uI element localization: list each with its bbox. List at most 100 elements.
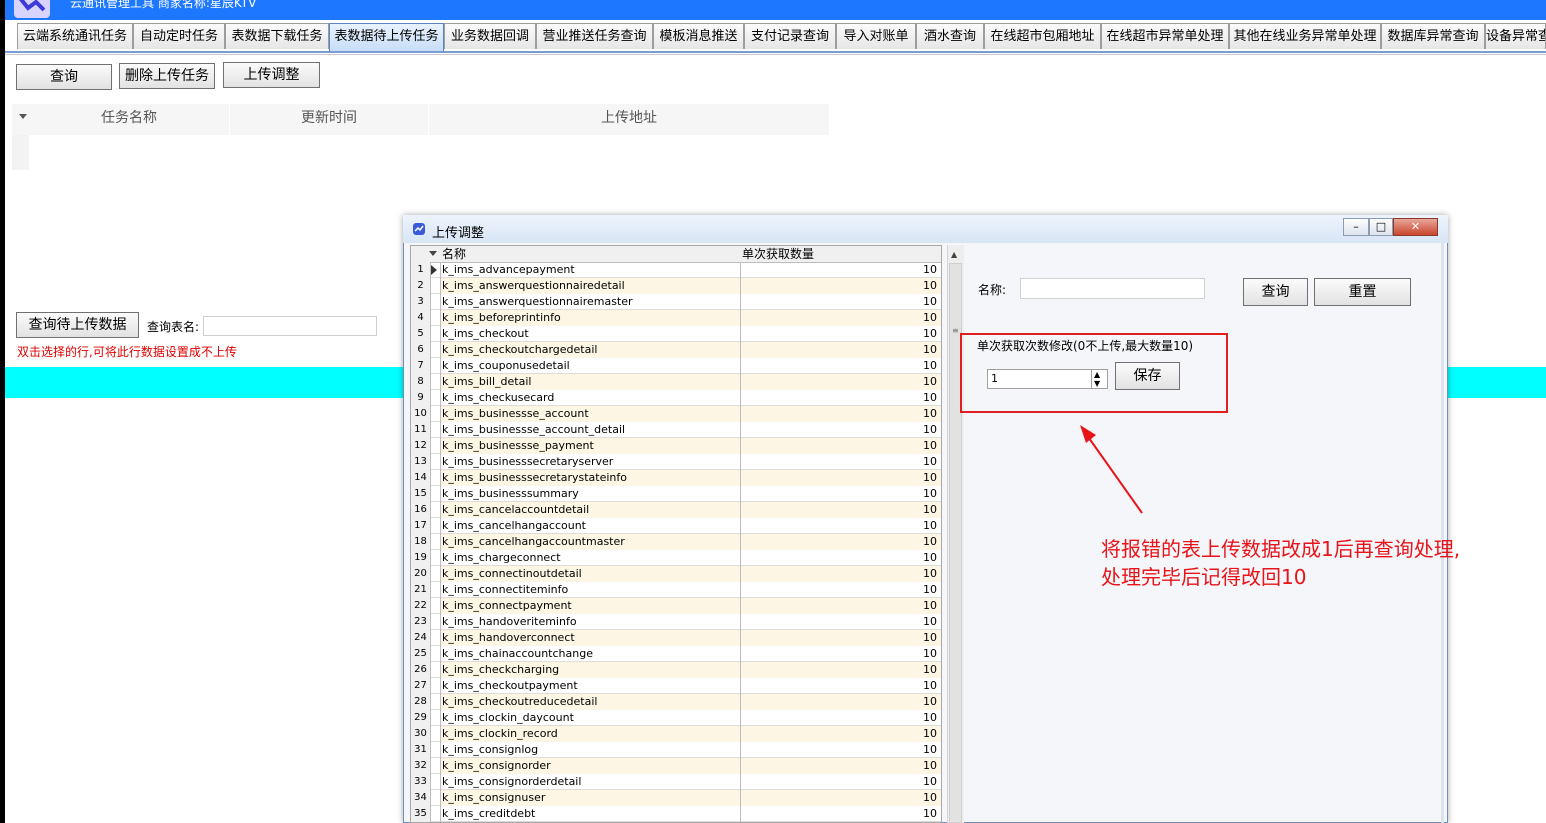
col-upload-url[interactable]: 上传地址: [429, 104, 829, 135]
dialog-title-bar[interactable]: [403, 215, 1448, 243]
tab-business-callback[interactable]: 业务数据回调: [444, 23, 536, 49]
delete-upload-task-button[interactable]: 删除上传任务: [119, 63, 215, 89]
tab-db-exception[interactable]: 数据库异常查询: [1381, 23, 1485, 49]
table-name-label: 查询表名:: [147, 320, 200, 334]
table-row[interactable]: 31 k_ims_consignlog 10: [411, 742, 941, 758]
grid-menu-icon[interactable]: [429, 251, 437, 256]
tab-table-upload[interactable]: 表数据待上传任务: [329, 23, 444, 52]
row-number: 15: [411, 486, 431, 502]
tab-template-message[interactable]: 模板消息推送: [653, 23, 744, 49]
tab-cloud-comm[interactable]: 云端系统通讯任务: [17, 23, 133, 49]
tab-device-exception[interactable]: 设备异常查: [1485, 23, 1546, 49]
tab-table-download[interactable]: 表数据下载任务: [225, 23, 329, 49]
table-row[interactable]: 28 k_ims_checkoutreducedetail 10: [411, 694, 941, 710]
table-row[interactable]: 18 k_ims_cancelhangaccountmaster 10: [411, 534, 941, 550]
table-row[interactable]: 11 k_ims_businessse_account_detail 10: [411, 422, 941, 438]
table-row[interactable]: 5 k_ims_checkout 10: [411, 326, 941, 342]
table-row[interactable]: 23 k_ims_handoveriteminfo 10: [411, 614, 941, 630]
table-row[interactable]: 29 k_ims_clockin_daycount 10: [411, 710, 941, 726]
table-row[interactable]: 10 k_ims_businessse_account 10: [411, 406, 941, 422]
tab-supermarket-exception[interactable]: 在线超市异常单处理: [1101, 23, 1229, 49]
annotation-highlight-box: [960, 333, 1228, 413]
table-row[interactable]: 1 k_ims_advancepayment 10: [411, 262, 941, 278]
table-row[interactable]: 35 k_ims_creditdebt 10: [411, 806, 941, 822]
table-row[interactable]: 34 k_ims_consignuser 10: [411, 790, 941, 806]
tab-strip-line: [5, 51, 1546, 53]
row-fetch-count: 10: [740, 614, 941, 630]
table-row[interactable]: 7 k_ims_couponusedetail 10: [411, 358, 941, 374]
dialog-query-button[interactable]: 查询: [1243, 278, 1308, 306]
dialog-reset-button[interactable]: 重置: [1314, 278, 1411, 306]
table-row[interactable]: 16 k_ims_cancelaccountdetail 10: [411, 502, 941, 518]
hint-text: 双击选择的行,可将此行数据设置成不上传: [17, 345, 237, 359]
table-row[interactable]: 21 k_ims_connectiteminfo 10: [411, 582, 941, 598]
table-name-input[interactable]: [203, 316, 377, 336]
row-fetch-count: 10: [740, 454, 941, 470]
table-row[interactable]: 20 k_ims_connectinoutdetail 10: [411, 566, 941, 582]
row-fetch-count: 10: [740, 486, 941, 502]
row-fetch-count: 10: [740, 406, 941, 422]
row-fetch-count: 10: [740, 630, 941, 646]
row-table-name: k_ims_businessse_account_detail: [440, 422, 740, 438]
table-row[interactable]: 27 k_ims_checkoutpayment 10: [411, 678, 941, 694]
table-row[interactable]: 26 k_ims_checkcharging 10: [411, 662, 941, 678]
row-fetch-count: 10: [740, 742, 941, 758]
table-row[interactable]: 4 k_ims_beforeprintinfo 10: [411, 310, 941, 326]
table-row[interactable]: 32 k_ims_consignorder 10: [411, 758, 941, 774]
annotation-line-2: 处理完毕后记得改回10: [1101, 565, 1307, 589]
row-table-name: k_ims_connectpayment: [440, 598, 740, 614]
row-table-name: k_ims_businesssecretarystateinfo: [440, 470, 740, 486]
row-fetch-count: 10: [740, 598, 941, 614]
row-fetch-count: 10: [740, 678, 941, 694]
table-row[interactable]: 30 k_ims_clockin_record 10: [411, 726, 941, 742]
tab-supermarket-room[interactable]: 在线超市包厢地址: [984, 23, 1101, 49]
table-row[interactable]: 3 k_ims_answerquestionnairemaster 10: [411, 294, 941, 310]
upload-adjust-button[interactable]: 上传调整: [223, 62, 320, 88]
row-number: 29: [411, 710, 431, 726]
table-row[interactable]: 8 k_ims_bill_detail 10: [411, 374, 941, 390]
tab-payment-records[interactable]: 支付记录查询: [744, 23, 836, 49]
query-button[interactable]: 查询: [16, 64, 112, 90]
table-row[interactable]: 25 k_ims_chainaccountchange 10: [411, 646, 941, 662]
close-icon[interactable]: ✕: [1393, 218, 1438, 236]
tab-other-exception[interactable]: 其他在线业务异常单处理: [1229, 23, 1381, 49]
table-row[interactable]: 12 k_ims_businessse_payment 10: [411, 438, 941, 454]
row-table-name: k_ims_handoveriteminfo: [440, 614, 740, 630]
maximize-icon[interactable]: □: [1369, 218, 1393, 236]
table-row[interactable]: 15 k_ims_businesssummary 10: [411, 486, 941, 502]
row-table-name: k_ims_consignorder: [440, 758, 740, 774]
tab-drinks-query[interactable]: 酒水查询: [916, 23, 984, 49]
table-row[interactable]: 9 k_ims_checkusecard 10: [411, 390, 941, 406]
col-fetch-count[interactable]: 单次获取数量: [742, 246, 814, 262]
row-table-name: k_ims_cancelhangaccount: [440, 518, 740, 534]
table-row[interactable]: 14 k_ims_businesssecretarystateinfo 10: [411, 470, 941, 486]
row-fetch-count: 10: [740, 342, 941, 358]
table-row[interactable]: 19 k_ims_chargeconnect 10: [411, 550, 941, 566]
row-number: 19: [411, 550, 431, 566]
table-row[interactable]: 6 k_ims_checkoutchargedetail 10: [411, 342, 941, 358]
row-fetch-count: 10: [740, 758, 941, 774]
col-name[interactable]: 名称: [442, 246, 466, 262]
query-pending-data-button[interactable]: 查询待上传数据: [16, 312, 139, 338]
minimize-icon[interactable]: –: [1343, 218, 1369, 236]
name-input[interactable]: [1020, 278, 1205, 299]
col-task-name[interactable]: 任务名称: [29, 104, 229, 135]
row-number: 34: [411, 790, 431, 806]
table-row[interactable]: 17 k_ims_cancelhangaccount 10: [411, 518, 941, 534]
tab-auto-schedule[interactable]: 自动定时任务: [133, 23, 225, 49]
row-number: 13: [411, 454, 431, 470]
row-table-name: k_ims_checkout: [440, 326, 740, 342]
table-row[interactable]: 22 k_ims_connectpayment 10: [411, 598, 941, 614]
row-table-name: k_ims_businesssecretaryserver: [440, 454, 740, 470]
table-row[interactable]: 13 k_ims_businesssecretaryserver 10: [411, 454, 941, 470]
row-table-name: k_ims_chargeconnect: [440, 550, 740, 566]
grid-menu-icon[interactable]: [19, 114, 27, 119]
tab-push-task-query[interactable]: 营业推送任务查询: [536, 23, 653, 49]
table-row[interactable]: 33 k_ims_consignorderdetail 10: [411, 774, 941, 790]
scroll-up-icon[interactable]: ▲: [951, 250, 957, 259]
table-row[interactable]: 24 k_ims_handoverconnect 10: [411, 630, 941, 646]
table-row[interactable]: 2 k_ims_answerquestionnairedetail 10: [411, 278, 941, 294]
col-update-time[interactable]: 更新时间: [230, 104, 428, 135]
row-table-name: k_ims_consignorderdetail: [440, 774, 740, 790]
tab-import-statement[interactable]: 导入对账单: [836, 23, 916, 49]
